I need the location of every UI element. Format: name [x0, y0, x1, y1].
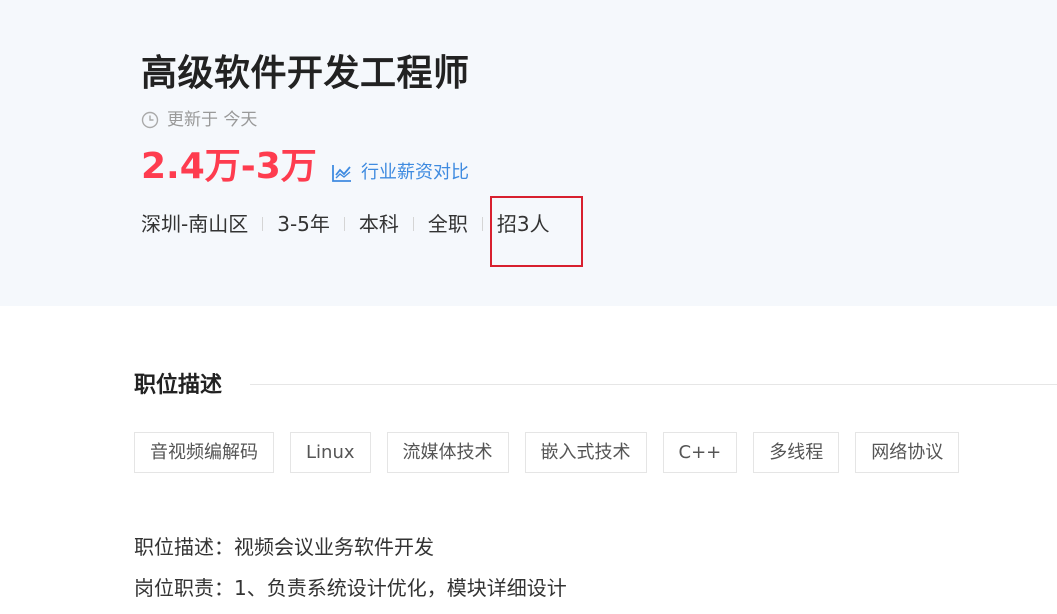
- tag-divider: [481, 217, 483, 231]
- skill-tag: Linux: [290, 432, 371, 473]
- tag-divider: [412, 217, 414, 231]
- job-requirements: 深圳-南山区 3-5年 本科 全职 招3人: [141, 210, 550, 238]
- updated-info: 更新于 今天: [141, 108, 257, 132]
- job-title: 高级软件开发工程师: [141, 53, 470, 94]
- skill-tag: C++: [662, 432, 738, 473]
- skill-tag: 多线程: [753, 432, 840, 473]
- skill-tag: 音视频编解码: [134, 432, 274, 473]
- tag-divider: [262, 217, 264, 231]
- salary-compare-label: 行业薪资对比: [361, 162, 469, 183]
- salary-range: 2.4万-3万: [141, 146, 317, 187]
- skill-tag: 流媒体技术: [386, 432, 509, 473]
- salary-compare-link[interactable]: 行业薪资对比: [331, 160, 469, 186]
- skill-tag: 嵌入式技术: [524, 432, 647, 473]
- description-line: 职位描述：视频会议业务软件开发: [134, 535, 434, 559]
- experience-tag: 3-5年: [277, 212, 330, 236]
- description-line: 岗位职责：1、负责系统设计优化，模块详细设计: [134, 576, 567, 600]
- section-divider: [250, 384, 1057, 385]
- job-type-tag: 全职: [427, 212, 468, 236]
- education-tag: 本科: [358, 212, 399, 236]
- section-title: 职位描述: [134, 373, 223, 398]
- tag-divider: [343, 217, 345, 231]
- trend-chart-icon: [332, 165, 351, 182]
- location-tag: 深圳-南山区: [141, 212, 249, 236]
- clock-icon: [141, 111, 159, 129]
- highlight-box: [490, 196, 583, 267]
- skill-tags: 音视频编解码 Linux 流媒体技术 嵌入式技术 C++ 多线程 网络协议: [134, 432, 975, 473]
- skill-tag: 网络协议: [855, 432, 960, 473]
- updated-text: 更新于 今天: [167, 110, 258, 130]
